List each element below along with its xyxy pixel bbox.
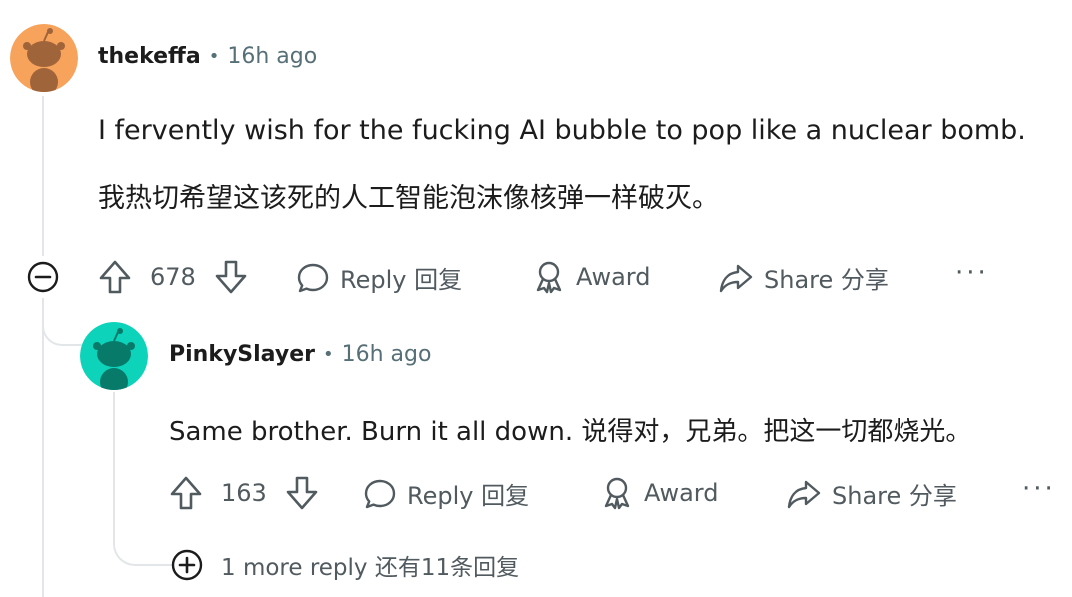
username[interactable]: thekeffa [98, 44, 201, 69]
award-icon [604, 477, 630, 510]
share-button[interactable]: Share 分享 [718, 260, 889, 295]
plus-circle-icon [171, 549, 203, 581]
vote-count: 678 [150, 263, 196, 291]
upvote-icon[interactable] [169, 475, 203, 511]
downvote-icon[interactable] [285, 475, 319, 511]
minus-circle-icon [27, 261, 59, 293]
downvote-icon[interactable] [214, 259, 248, 295]
reply-label: Reply 回复 [407, 482, 530, 510]
share-label: Share 分享 [832, 482, 957, 510]
share-arrow-icon [719, 264, 753, 292]
reply-more-options-button[interactable]: ··· [1022, 474, 1056, 504]
reply-share-button[interactable]: Share 分享 [786, 476, 957, 511]
avatar[interactable] [10, 24, 78, 92]
comment-body-en: I fervently wish for the fucking AI bubb… [98, 115, 1026, 146]
share-label: Share 分享 [764, 266, 889, 294]
separator-dot: • [322, 344, 334, 365]
vote-group: 678 [98, 259, 248, 295]
reply-body: Same brother. Burn it all down. 说得对，兄弟。把… [169, 417, 972, 447]
reply-header: PinkySlayer • 16h ago [169, 342, 431, 367]
more-replies-button[interactable]: 1 more reply 还有11条回复 [171, 548, 519, 582]
thread-branch-more [113, 520, 173, 566]
more-replies-label: 1 more reply 还有11条回复 [221, 555, 520, 581]
thread-branch-curve [42, 300, 82, 346]
award-label: Award [576, 263, 651, 291]
reply-vote-count: 163 [221, 479, 267, 507]
award-icon [536, 261, 562, 294]
award-button[interactable]: Award [532, 259, 650, 295]
separator-dot: • [208, 46, 220, 67]
reply-label: Reply 回复 [340, 266, 463, 294]
thread-line-main [42, 96, 44, 256]
comment-header: thekeffa • 16h ago [98, 44, 317, 69]
thread-line-main-lower [42, 298, 44, 597]
comment-body-zh: 我热切希望这该死的人工智能泡沫像核弹一样破灭。 [98, 183, 719, 214]
more-options-button[interactable]: ··· [955, 258, 989, 288]
reply-reply-button[interactable]: Reply 回复 [363, 476, 529, 511]
comment-bubble-icon [297, 263, 329, 292]
reply-timestamp[interactable]: 16h ago [342, 342, 432, 367]
thread-line-reply [113, 392, 115, 522]
reply-vote-group: 163 [169, 475, 319, 511]
comment-bubble-icon [364, 479, 396, 508]
reply-avatar[interactable] [80, 322, 148, 390]
reply-username[interactable]: PinkySlayer [169, 342, 315, 367]
timestamp[interactable]: 16h ago [227, 44, 317, 69]
award-label: Award [644, 479, 719, 507]
reply-button[interactable]: Reply 回复 [296, 260, 462, 295]
share-arrow-icon [787, 480, 821, 508]
collapse-button[interactable] [27, 261, 59, 293]
upvote-icon[interactable] [98, 259, 132, 295]
reply-award-button[interactable]: Award [600, 475, 718, 511]
